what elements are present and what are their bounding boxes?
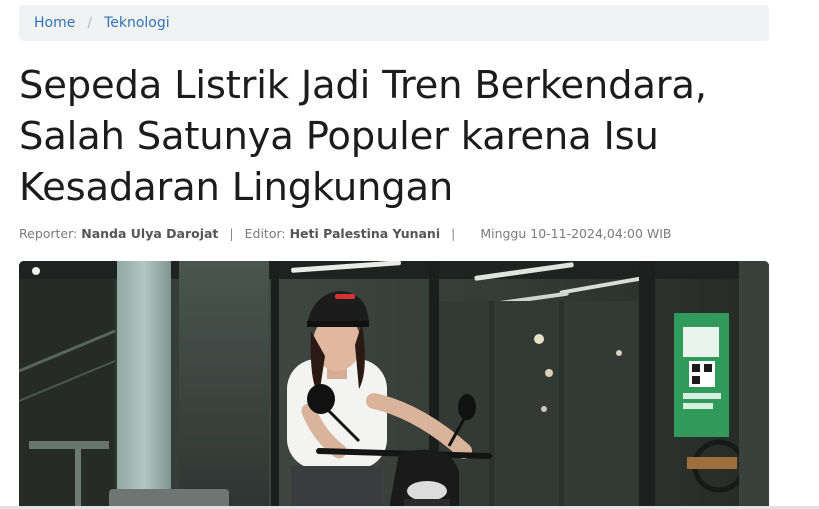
reporter-name: Nanda Ulya Darojat — [81, 226, 219, 241]
breadcrumb-home-link[interactable]: Home — [34, 15, 75, 31]
breadcrumb: Home / Teknologi — [19, 5, 769, 41]
editor-label: Editor: — [244, 226, 286, 241]
reporter-label: Reporter: — [19, 226, 78, 241]
photo-woman-on-electric-scooter — [19, 261, 769, 509]
publish-date: Minggu 10-11-2024,04:00 WIB — [480, 226, 672, 241]
breadcrumb-separator: / — [87, 15, 93, 31]
breadcrumb-category-link[interactable]: Teknologi — [104, 15, 170, 31]
article-page: Home / Teknologi Sepeda Listrik Jadi Tre… — [0, 0, 819, 509]
article-meta: Reporter: Nanda Ulya Darojat | Editor: H… — [19, 226, 672, 241]
hero-image — [19, 261, 769, 509]
editor-name: Heti Palestina Yunani — [289, 226, 441, 241]
meta-divider: | — [451, 226, 456, 241]
article-title: Sepeda Listrik Jadi Tren Berkendara, Sal… — [19, 63, 707, 210]
meta-divider: | — [229, 226, 234, 241]
